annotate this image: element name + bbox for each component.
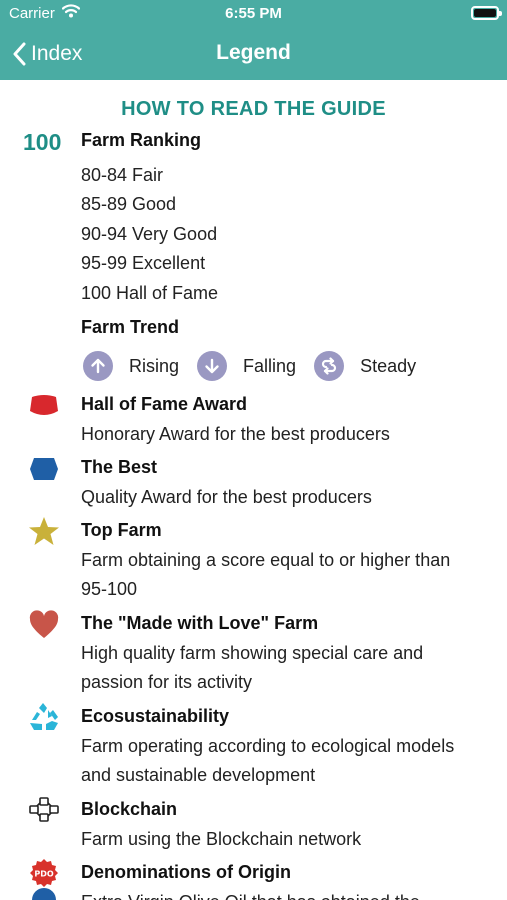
- trend-label-rising: Rising: [129, 355, 180, 376]
- award-title: The "Made with Love" Farm: [81, 613, 319, 633]
- pgi-seal-icon: [31, 886, 57, 900]
- trend-title: Farm Trend: [81, 317, 180, 337]
- award-description: Quality Award for the best producers: [81, 487, 372, 507]
- trend-label-steady: Steady: [360, 355, 417, 376]
- pdo-seal-icon: PDO: [28, 858, 60, 888]
- clock: 6:55 PM: [225, 5, 282, 22]
- award-description: and sustainable development: [81, 765, 316, 785]
- heart-icon: [28, 610, 60, 640]
- legend-content[interactable]: HOW TO READ THE GUIDE 100 Farm Ranking 8…: [0, 80, 507, 900]
- award-description: High quality farm showing special care a…: [81, 643, 424, 663]
- blue-badge-icon: [28, 454, 60, 484]
- award-description: passion for its activity: [81, 672, 253, 692]
- award-title: Top Farm: [81, 520, 162, 540]
- trend-label-falling: Falling: [243, 355, 297, 376]
- section-heading: HOW TO READ THE GUIDE: [121, 98, 386, 120]
- arrow-down-icon: [197, 351, 228, 381]
- ranking-level: 100 Hall of Fame: [81, 283, 219, 303]
- red-badge-icon: [28, 391, 60, 421]
- arrow-up-icon: [83, 351, 113, 381]
- award-title: Blockchain: [81, 799, 178, 819]
- award-description: Farm operating according to ecological m…: [81, 736, 455, 756]
- battery-icon: [471, 6, 502, 20]
- award-description: Honorary Award for the best producers: [81, 424, 390, 444]
- swap-arrows-icon: [314, 351, 345, 381]
- ranking-level: 85-89 Good: [81, 194, 177, 214]
- star-icon: [28, 516, 60, 546]
- navigation-bar: Index Legend: [0, 28, 507, 80]
- award-description: Extra Virgin Olive Oil that has obtained…: [81, 892, 420, 900]
- award-title: Ecosustainability: [81, 706, 230, 726]
- award-title: The Best: [81, 457, 158, 477]
- ranking-title: Farm Ranking: [81, 130, 202, 150]
- trend-legend: Rising Falling Steady: [83, 350, 434, 382]
- award-title: Hall of Fame Award: [81, 394, 248, 414]
- pdo-seal-label: PDO: [34, 870, 54, 879]
- ranking-number: 100: [23, 129, 62, 155]
- award-description: 95-100: [81, 579, 138, 599]
- ranking-level: 95-99 Excellent: [81, 253, 206, 273]
- page-title: Legend: [216, 41, 291, 64]
- ranking-level: 80-84 Fair: [81, 165, 164, 185]
- ranking-level: 90-94 Very Good: [81, 224, 218, 244]
- award-title: Denominations of Origin: [81, 862, 291, 882]
- award-description: Farm using the Blockchain network: [81, 829, 362, 849]
- blockchain-icon: [28, 795, 60, 825]
- status-bar: Carrier 6:55 PM: [0, 0, 507, 28]
- award-description: Farm obtaining a score equal to or highe…: [81, 550, 451, 570]
- recycle-icon: [28, 702, 60, 732]
